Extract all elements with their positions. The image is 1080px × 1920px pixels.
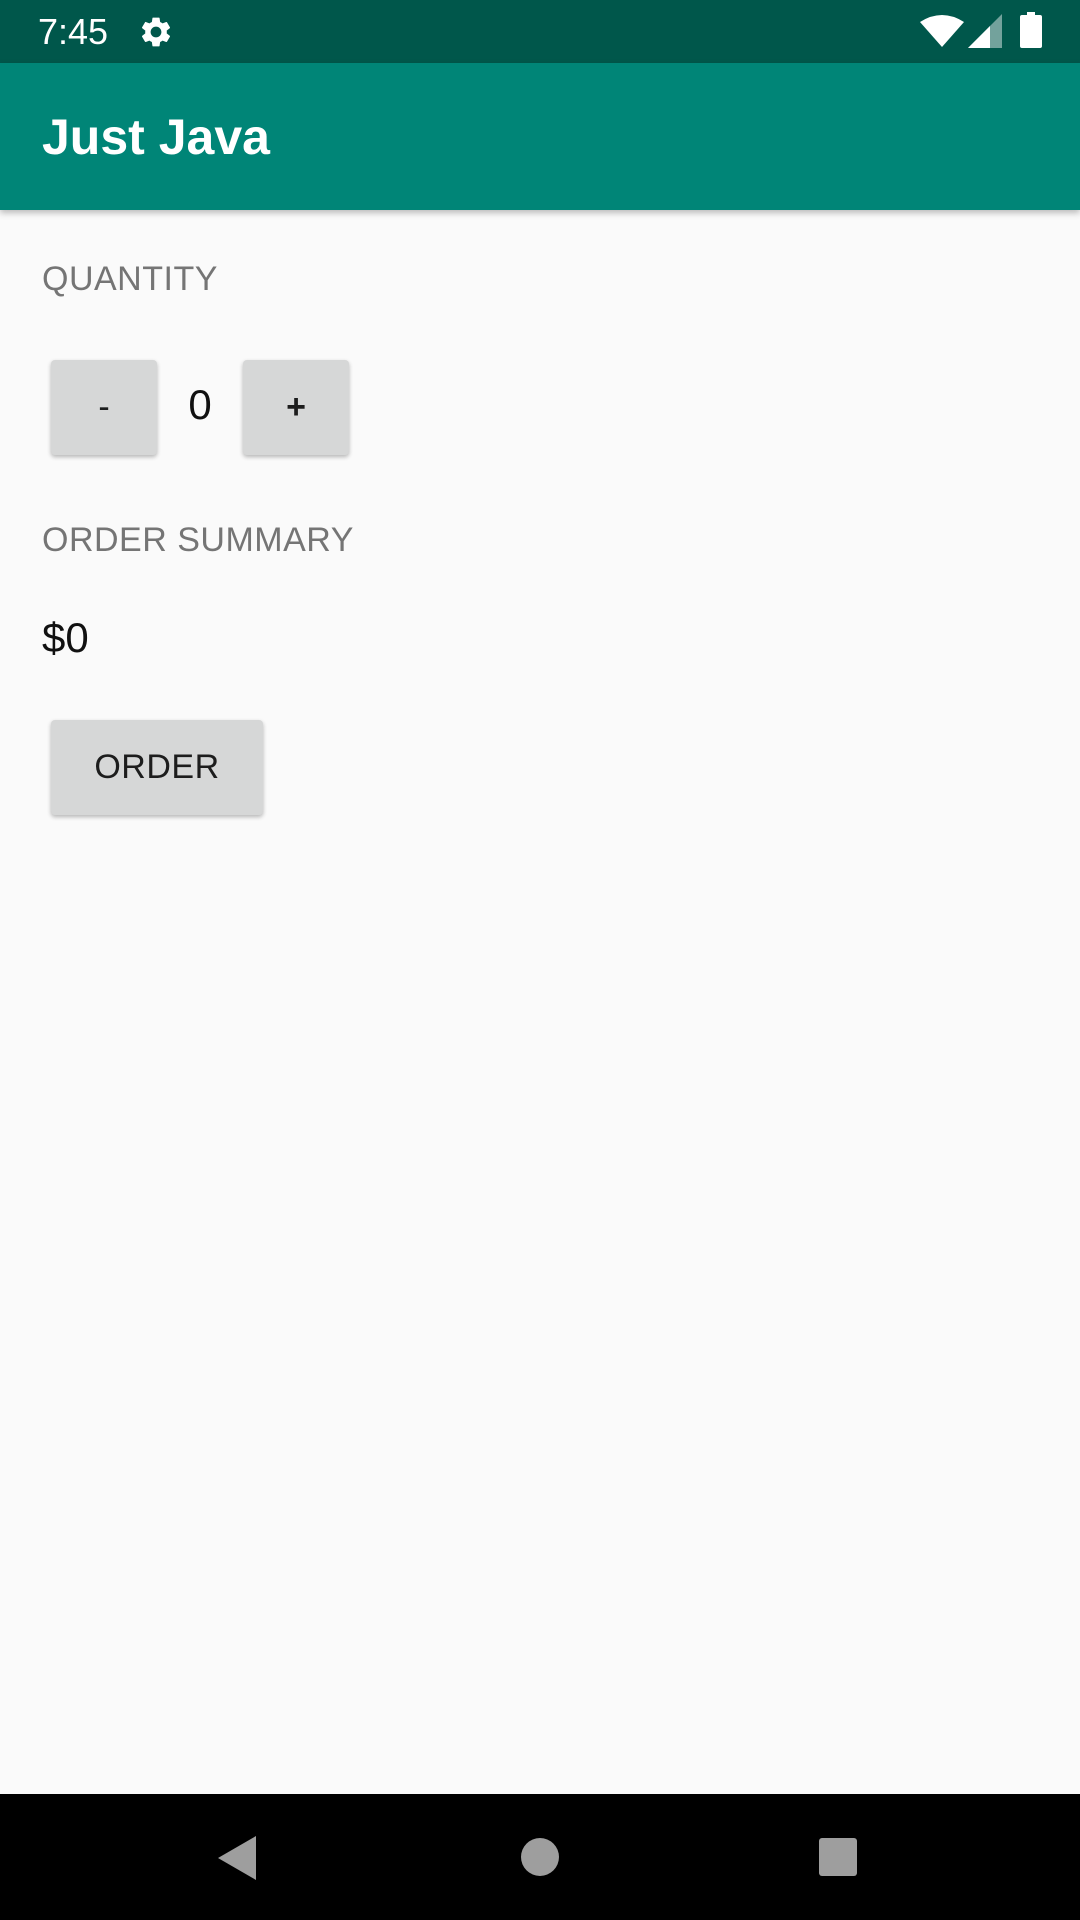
order-summary-label: ORDER SUMMARY bbox=[42, 521, 354, 559]
screen: 7:45 Just Java QUANTITY - 0 + ORDER SUMM… bbox=[0, 0, 1080, 1920]
order-button[interactable]: ORDER bbox=[51, 720, 263, 815]
gear-icon bbox=[141, 17, 171, 47]
battery-icon bbox=[1020, 12, 1042, 48]
home-icon[interactable] bbox=[519, 1836, 561, 1878]
status-time: 7:45 bbox=[38, 11, 109, 52]
wifi-icon bbox=[920, 15, 964, 47]
app-bar: Just Java bbox=[0, 63, 1080, 210]
increment-button[interactable]: + bbox=[243, 360, 349, 455]
navigation-bar bbox=[0, 1794, 1080, 1920]
quantity-value: 0 bbox=[188, 381, 212, 428]
quantity-label: QUANTITY bbox=[42, 260, 218, 298]
order-summary-price: $0 bbox=[42, 614, 89, 661]
cell-signal-icon bbox=[968, 14, 1002, 48]
recents-icon[interactable] bbox=[818, 1837, 858, 1877]
decrement-button[interactable]: - bbox=[51, 360, 157, 455]
back-icon[interactable] bbox=[216, 1834, 260, 1882]
app-title: Just Java bbox=[42, 109, 270, 165]
status-bar: 7:45 bbox=[0, 0, 1080, 63]
